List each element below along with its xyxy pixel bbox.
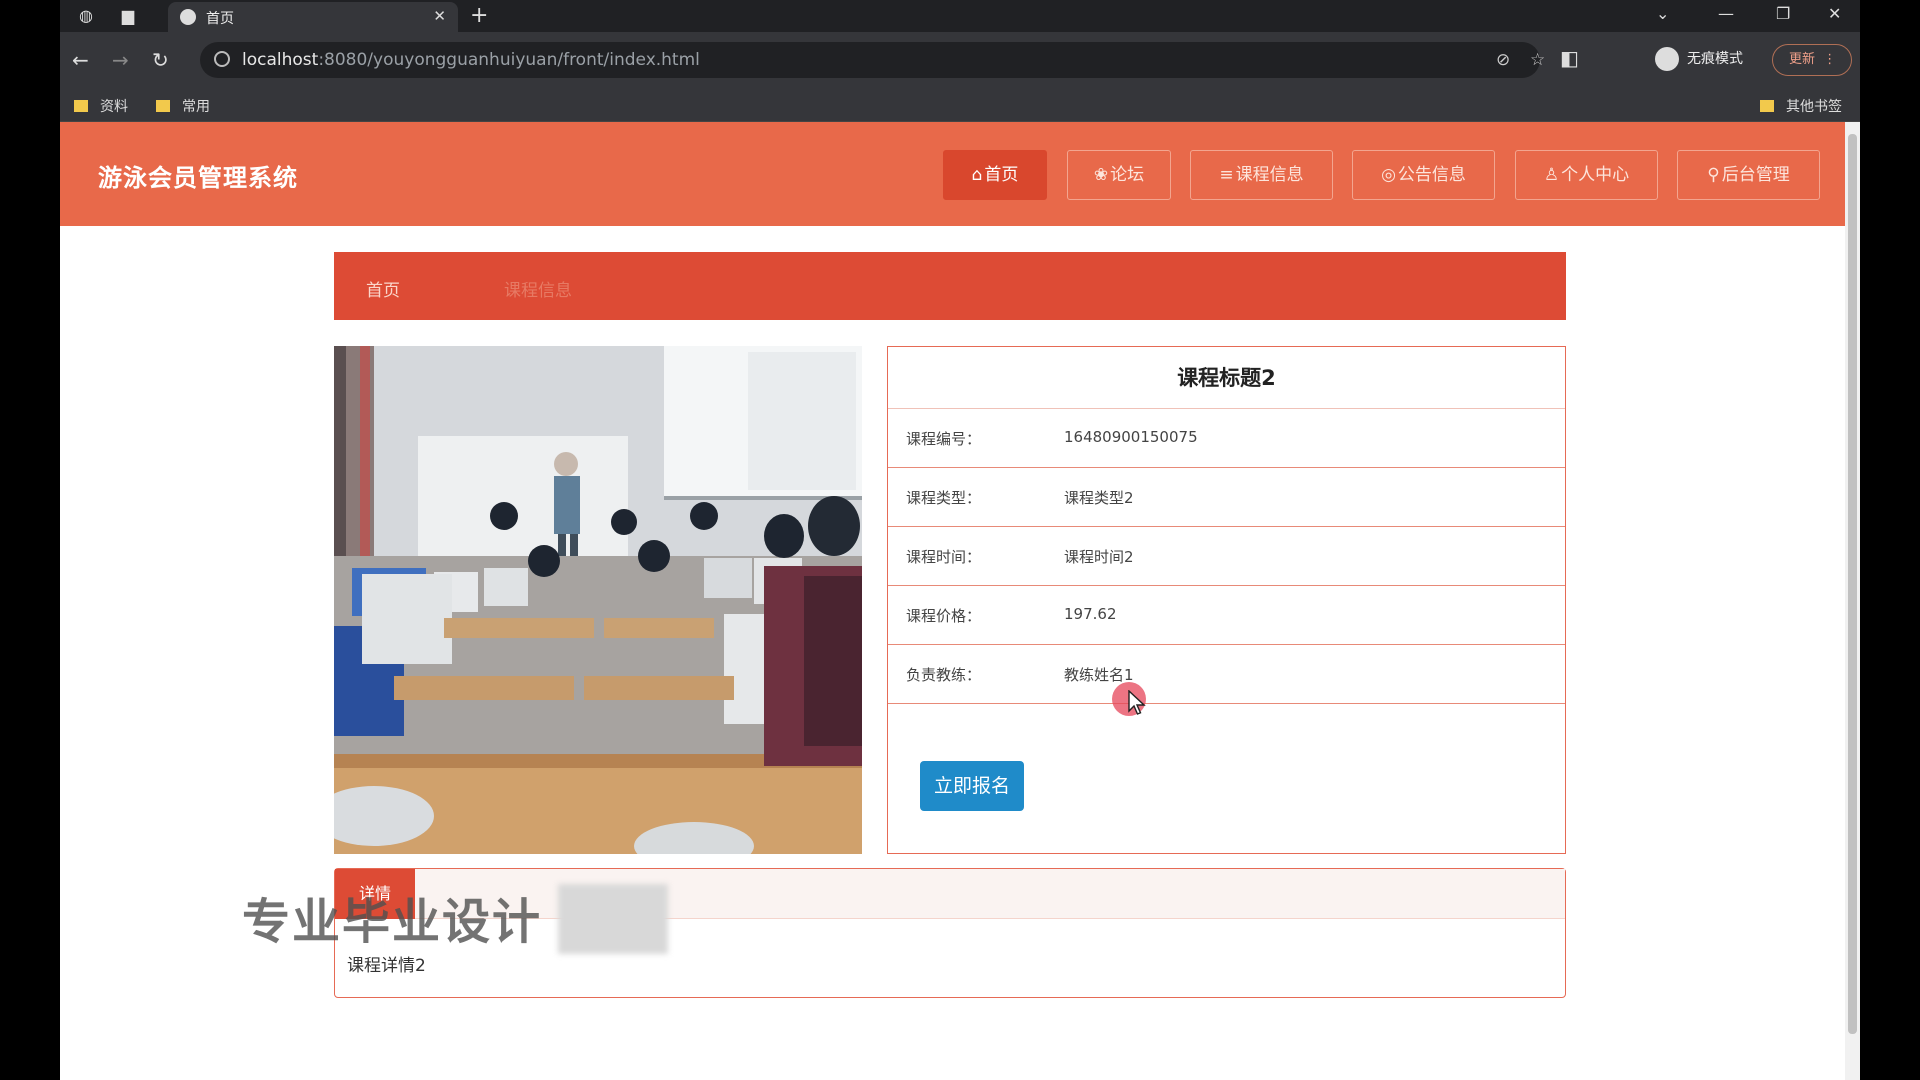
info-value: 课程时间2 bbox=[1064, 548, 1134, 566]
detail-text: 课程详情2 bbox=[347, 956, 426, 976]
minimize-button[interactable]: — bbox=[1718, 4, 1734, 23]
bookmarks-bar: 资料 常用 其他书签 bbox=[60, 88, 1860, 122]
nav-personal-center[interactable]: ♙ 个人中心 bbox=[1515, 150, 1658, 200]
reload-icon[interactable]: ↻ bbox=[152, 48, 169, 72]
breadcrumb: 首页 课程信息 bbox=[334, 252, 1566, 320]
page-scrollbar[interactable] bbox=[1845, 122, 1860, 1080]
nav-admin[interactable]: ⚲ 后台管理 bbox=[1677, 150, 1820, 200]
back-icon[interactable]: ← bbox=[72, 48, 89, 72]
close-tab-icon[interactable]: ✕ bbox=[433, 7, 446, 25]
tab-title: 首页 bbox=[206, 11, 234, 27]
nav-course-info[interactable]: ≡ 课程信息 bbox=[1190, 150, 1333, 200]
course-title: 课程标题2 bbox=[888, 347, 1565, 409]
watermark: 专业毕业设计 bbox=[242, 894, 543, 950]
page-viewport: 游泳会员管理系统 ⌂ 首页 ❀ 论坛 ≡ 课程信息 ◎ 公告信息 ♙ 个人中心 ⚲ 后台管理… bbox=[60, 122, 1845, 1080]
breadcrumb-home[interactable]: 首页 bbox=[366, 276, 400, 301]
info-label: 课程时间： bbox=[906, 548, 982, 566]
browser-window: ◍ ▆ 首页 ✕ + ⌄ — ❐ ✕ ← → ↻ localhost:8080/… bbox=[60, 0, 1860, 1080]
target-icon: ◎ bbox=[1381, 165, 1396, 185]
nav-home[interactable]: ⌂ 首页 bbox=[943, 150, 1047, 200]
info-row: 课程类型： 课程类型2 bbox=[888, 468, 1565, 527]
course-image bbox=[334, 346, 862, 854]
other-bookmarks[interactable]: 其他书签 bbox=[1760, 96, 1842, 116]
info-label: 课程类型： bbox=[906, 489, 982, 507]
info-label: 负责教练： bbox=[906, 666, 982, 684]
info-row: 课程时间： 课程时间2 bbox=[888, 527, 1565, 586]
forward-icon[interactable]: → bbox=[112, 48, 129, 72]
incognito-profile[interactable]: 无痕模式 bbox=[1655, 44, 1743, 74]
bookmark-folder[interactable]: 资料 bbox=[74, 96, 128, 116]
list-icon: ≡ bbox=[1219, 165, 1234, 185]
folder-icon bbox=[156, 100, 170, 112]
incognito-icon bbox=[1655, 47, 1679, 71]
globe-icon[interactable]: ◍ bbox=[76, 6, 96, 26]
user-icon: ♙ bbox=[1543, 165, 1560, 185]
nav-announcements[interactable]: ◎ 公告信息 bbox=[1352, 150, 1495, 200]
scrollbar-thumb[interactable] bbox=[1848, 134, 1857, 1034]
mouse-cursor-icon bbox=[1128, 690, 1146, 715]
home-icon: ⌂ bbox=[971, 165, 983, 185]
breadcrumb-current: 课程信息 bbox=[504, 281, 572, 301]
key-icon: ⚲ bbox=[1707, 165, 1720, 185]
tab-search-icon[interactable]: ⌄ bbox=[1656, 4, 1669, 23]
course-info-card: 课程标题2 课程编号： 16480900150075 课程类型： 课程类型2 课… bbox=[887, 346, 1566, 854]
info-row: 课程编号： 16480900150075 bbox=[888, 409, 1565, 468]
flower-icon: ❀ bbox=[1093, 165, 1109, 185]
nav-forum[interactable]: ❀ 论坛 bbox=[1067, 150, 1171, 200]
update-button[interactable]: 更新 ⋮ bbox=[1772, 44, 1852, 76]
info-row: 负责教练： 教练姓名1 bbox=[888, 645, 1565, 704]
address-bar[interactable]: localhost:8080/youyongguanhuiyuan/front/… bbox=[200, 42, 1545, 78]
tab-home[interactable]: 首页 ✕ bbox=[168, 2, 458, 32]
info-value: 16480900150075 bbox=[1064, 428, 1198, 446]
site-title: 游泳会员管理系统 bbox=[98, 164, 298, 192]
side-panel-icon[interactable]: ◧ bbox=[1560, 46, 1579, 70]
info-value: 197.62 bbox=[1064, 605, 1117, 623]
info-value: 课程类型2 bbox=[1064, 489, 1134, 507]
folder-icon bbox=[74, 100, 88, 112]
restore-button[interactable]: ❐ bbox=[1776, 4, 1790, 23]
site-info-icon[interactable] bbox=[214, 51, 230, 67]
tab-strip: ◍ ▆ 首页 ✕ + ⌄ — ❐ ✕ bbox=[60, 0, 1860, 32]
info-label: 课程编号： bbox=[906, 430, 982, 448]
tab-overview-icon[interactable]: ▆ bbox=[118, 6, 138, 26]
new-tab-button[interactable]: + bbox=[470, 3, 488, 28]
url-text: localhost:8080/youyongguanhuiyuan/front/… bbox=[242, 50, 700, 70]
info-label: 课程价格： bbox=[906, 607, 982, 625]
folder-icon bbox=[1760, 100, 1774, 112]
enroll-button[interactable]: 立即报名 bbox=[920, 761, 1024, 811]
toolbar: ← → ↻ localhost:8080/youyongguanhuiyuan/… bbox=[60, 32, 1860, 88]
info-row: 课程价格： 197.62 bbox=[888, 586, 1565, 645]
close-window-button[interactable]: ✕ bbox=[1828, 4, 1841, 23]
blurred-overlay bbox=[558, 884, 668, 954]
star-icon[interactable]: ☆ bbox=[1530, 50, 1545, 70]
site-header: 游泳会员管理系统 ⌂ 首页 ❀ 论坛 ≡ 课程信息 ◎ 公告信息 ♙ 个人中心 ⚲ 后台管理 bbox=[60, 122, 1845, 226]
eye-off-icon[interactable]: ⊘ bbox=[1496, 50, 1510, 70]
favicon-icon bbox=[180, 9, 196, 25]
bookmark-folder[interactable]: 常用 bbox=[156, 96, 210, 116]
